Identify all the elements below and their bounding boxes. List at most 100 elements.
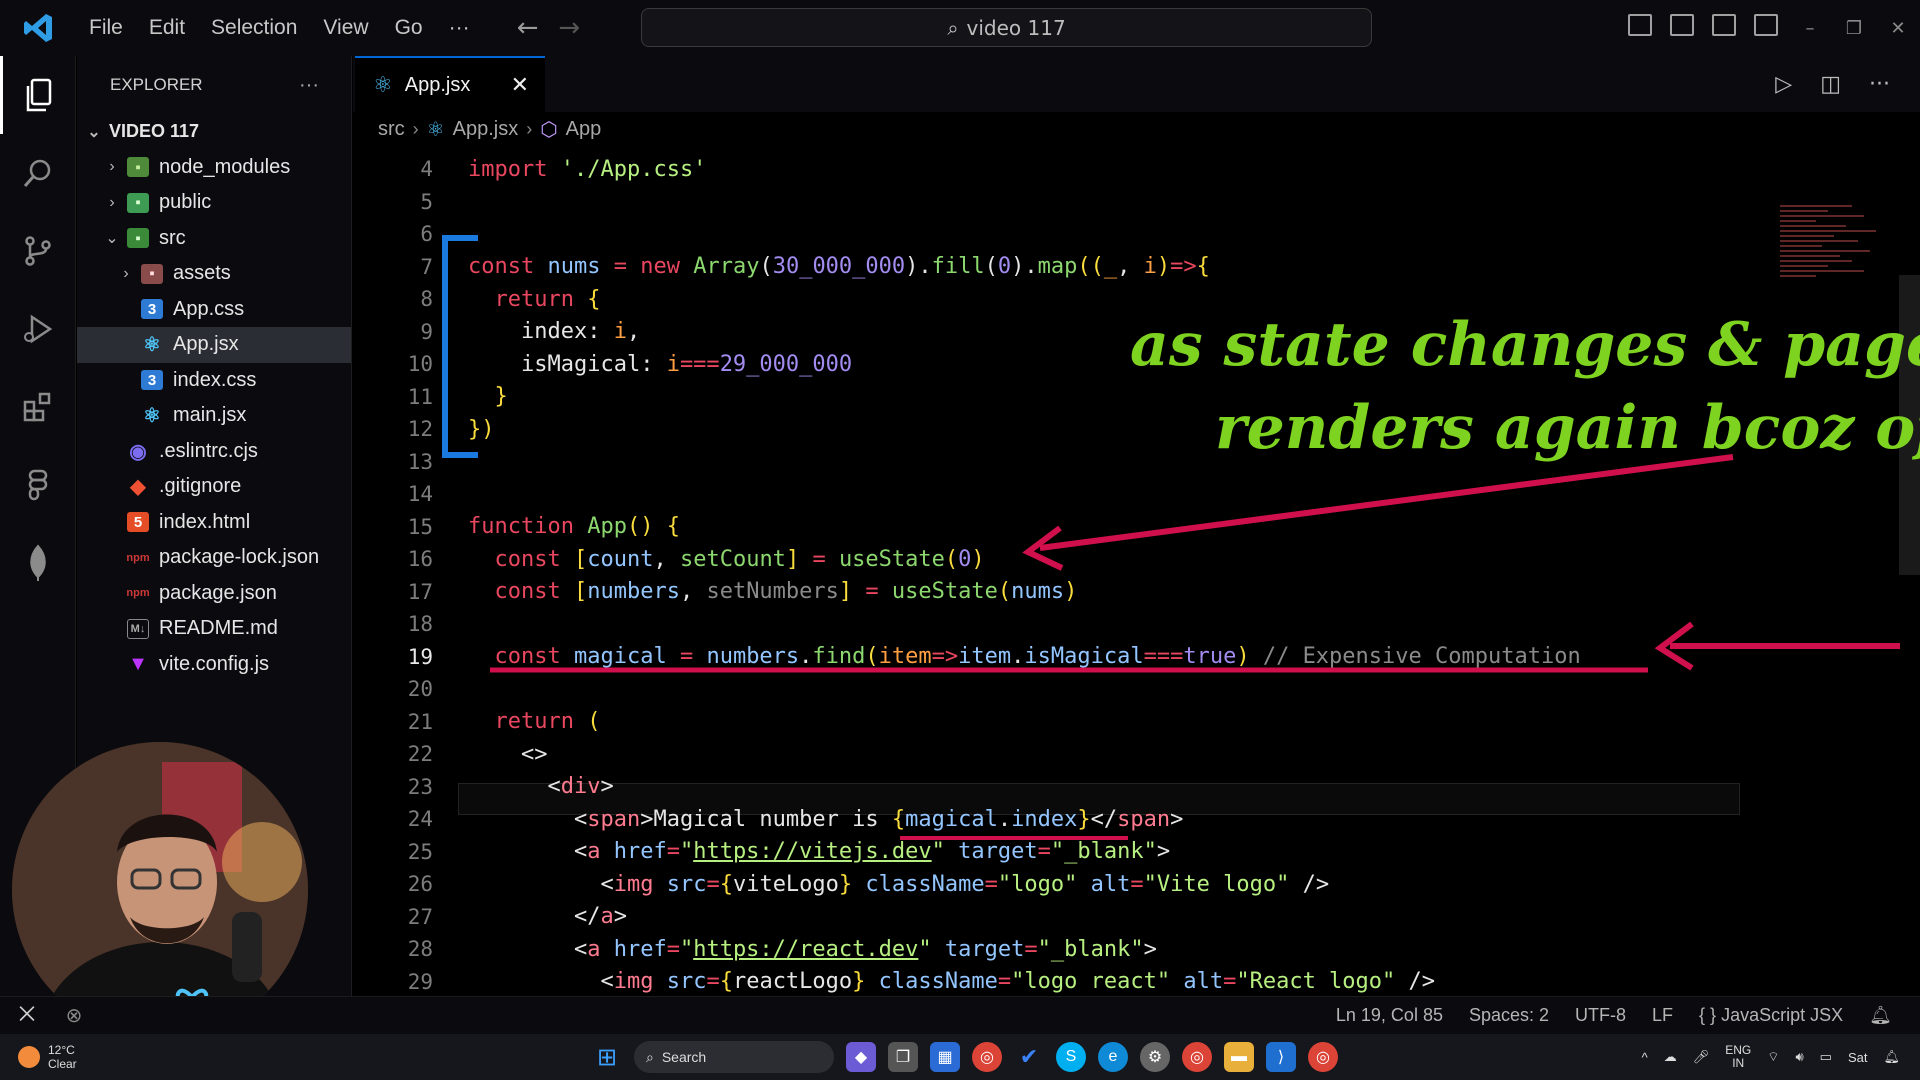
code-line[interactable]: 17 const [numbers, setNumbers] = useStat…	[353, 576, 1078, 608]
tree-item-index-css[interactable]: 3 index.css	[77, 363, 351, 399]
workspace-root[interactable]: ⌄ VIDEO 117	[77, 114, 351, 150]
minimap[interactable]	[1780, 202, 1900, 342]
microphone-icon[interactable]: 🎤︎	[1693, 1049, 1710, 1065]
breadcrumb-src[interactable]: src	[378, 118, 405, 141]
code-line[interactable]: 19 const magical = numbers.find(item=>it…	[353, 641, 1581, 673]
code-line[interactable]: 9 index: i,	[353, 316, 640, 348]
code-line[interactable]: 12})	[353, 413, 495, 445]
tree-item-node-modules[interactable]: › ▪ node_modules	[77, 150, 351, 186]
close-window-icon[interactable]: ✕	[1876, 18, 1920, 39]
forward-arrow-icon[interactable]: →	[558, 13, 580, 43]
code-line[interactable]: 14	[353, 478, 433, 510]
code-line[interactable]: 6	[353, 218, 433, 250]
code-line[interactable]: 15 function App() {	[353, 511, 680, 543]
chrome-icon[interactable]: ◎	[1182, 1042, 1212, 1072]
ports-icon[interactable]: ⊗	[54, 997, 94, 1035]
copilot-icon[interactable]: ◆	[846, 1042, 876, 1072]
remote-indicator-icon[interactable]: ⨉	[0, 997, 54, 1035]
code-line[interactable]: 21 return (	[353, 706, 601, 738]
taskbar-search[interactable]: ⌕ Search	[634, 1041, 834, 1073]
search-icon[interactable]	[0, 134, 76, 212]
menu-view[interactable]: View	[310, 16, 381, 40]
minimize-icon[interactable]: –	[1788, 18, 1832, 39]
menu-more[interactable]: ···	[436, 16, 483, 40]
volume-icon[interactable]: 🔊︎	[1795, 1049, 1803, 1065]
code-line[interactable]: 7 const nums = new Array(30_000_000).fill…	[353, 251, 1210, 283]
chrome-icon[interactable]: ◎	[972, 1042, 1002, 1072]
code-line[interactable]: 8 return {	[353, 283, 600, 315]
code-line[interactable]: 20	[353, 673, 433, 705]
weather-widget[interactable]: 12°C Clear	[18, 1043, 77, 1071]
tree-item-package-json[interactable]: npm package.json	[77, 576, 351, 612]
windows-start-icon[interactable]: ⊞	[592, 1042, 622, 1072]
toggle-panel-icon[interactable]	[1670, 14, 1694, 36]
code-line[interactable]: 29 <img src={reactLogo} className="logo …	[353, 966, 1435, 997]
code-line[interactable]: 24 <span>Magical number is {magical.inde…	[353, 803, 1184, 835]
code-line[interactable]: 27 </a>	[353, 901, 627, 933]
code-line[interactable]: 23 <div>	[353, 771, 614, 803]
code-line[interactable]: 22 <>	[353, 738, 548, 770]
tree-item-app-jsx[interactable]: ⚛ App.jsx	[77, 327, 351, 363]
command-center-search[interactable]: ⌕ video 117	[641, 8, 1372, 47]
indentation[interactable]: Spaces: 2	[1469, 1005, 1549, 1026]
tree-item-assets[interactable]: › ▪ assets	[77, 256, 351, 292]
vscode-taskbar-icon[interactable]: ⟩	[1266, 1042, 1296, 1072]
run-icon[interactable]: ▷	[1775, 72, 1792, 97]
code-editor[interactable]: 4 import './App.css' 5 6 7 const nums = new A…	[353, 147, 1920, 996]
code-line[interactable]: 5	[353, 186, 433, 218]
toggle-sidebar-icon[interactable]	[1628, 14, 1652, 36]
tree-item-src[interactable]: ⌄ ▪ src	[77, 221, 351, 257]
settings-gear-icon[interactable]: ⚙	[1140, 1042, 1170, 1072]
onedrive-cloud-icon[interactable]: ☁	[1664, 1049, 1677, 1065]
menu-selection[interactable]: Selection	[198, 16, 310, 40]
edge-icon[interactable]: e	[1098, 1042, 1128, 1072]
tree-item-public[interactable]: › ▪ public	[77, 185, 351, 221]
clock-day[interactable]: Sat	[1848, 1050, 1868, 1065]
code-line[interactable]: 16 const [count, setCount] = useState(0)	[353, 543, 985, 575]
tree-item-eslintrc[interactable]: ◉ .eslintrc.cjs	[77, 434, 351, 470]
calendar-icon[interactable]: ▦	[930, 1042, 960, 1072]
code-line[interactable]: 18	[353, 608, 433, 640]
code-line[interactable]: 11 }	[353, 381, 508, 413]
tree-item-readme[interactable]: M↓ README.md	[77, 611, 351, 647]
wifi-icon[interactable]: ⌔	[1767, 1049, 1779, 1065]
breadcrumb-file[interactable]: App.jsx	[453, 118, 519, 141]
source-control-icon[interactable]	[0, 212, 76, 290]
tree-item-gitignore[interactable]: ◆ .gitignore	[77, 469, 351, 505]
figma-icon[interactable]	[0, 446, 76, 524]
more-actions-icon[interactable]: ···	[1869, 72, 1890, 97]
tree-item-app-css[interactable]: 3 App.css	[77, 292, 351, 328]
tree-item-vite-config[interactable]: ▼ vite.config.js	[77, 647, 351, 683]
end-of-line[interactable]: LF	[1652, 1005, 1673, 1026]
more-actions-icon[interactable]: ···	[299, 74, 319, 97]
code-line[interactable]: 26 <img src={viteLogo} className="logo" …	[353, 868, 1329, 900]
notifications-bell-icon[interactable]: 🔔︎	[1869, 1005, 1892, 1026]
encoding[interactable]: UTF-8	[1575, 1005, 1626, 1026]
extensions-icon[interactable]	[0, 368, 76, 446]
menu-edit[interactable]: Edit	[136, 16, 198, 40]
restore-icon[interactable]: ❐	[1832, 18, 1876, 39]
code-line[interactable]: 4 import './App.css'	[353, 153, 706, 185]
toggle-secondary-sidebar-icon[interactable]	[1712, 14, 1736, 36]
code-line[interactable]: 13	[353, 446, 433, 478]
battery-icon[interactable]: ▭	[1820, 1049, 1832, 1065]
cursor-position[interactable]: Ln 19, Col 85	[1336, 1005, 1443, 1026]
show-hidden-icons-icon[interactable]: ^	[1642, 1050, 1648, 1065]
tree-item-main-jsx[interactable]: ⚛ main.jsx	[77, 398, 351, 434]
tab-app-jsx[interactable]: ⚛ App.jsx ✕	[355, 56, 545, 112]
language-mode[interactable]: { } JavaScript JSX	[1699, 1005, 1843, 1026]
todo-icon[interactable]: ✔	[1014, 1042, 1044, 1072]
mongodb-leaf-icon[interactable]	[0, 524, 76, 602]
code-line[interactable]: 10 isMagical: i===29_000_000	[353, 348, 852, 380]
code-line[interactable]: 28 <a href="https://react.dev" target="_…	[353, 933, 1157, 965]
task-view-icon[interactable]: ❐	[888, 1042, 918, 1072]
input-language[interactable]: ENG IN	[1725, 1044, 1751, 1070]
explorer-icon[interactable]	[0, 56, 76, 134]
menu-go[interactable]: Go	[382, 16, 436, 40]
split-editor-icon[interactable]: ◫	[1820, 72, 1841, 97]
notification-bell-icon[interactable]: 🔔︎	[1883, 1049, 1900, 1065]
breadcrumb-symbol[interactable]: App	[566, 118, 602, 141]
vertical-scrollbar[interactable]	[1899, 275, 1920, 575]
tree-item-package-lock[interactable]: npm package-lock.json	[77, 540, 351, 576]
code-line[interactable]: 25 <a href="https://vitejs.dev" target="…	[353, 836, 1170, 868]
